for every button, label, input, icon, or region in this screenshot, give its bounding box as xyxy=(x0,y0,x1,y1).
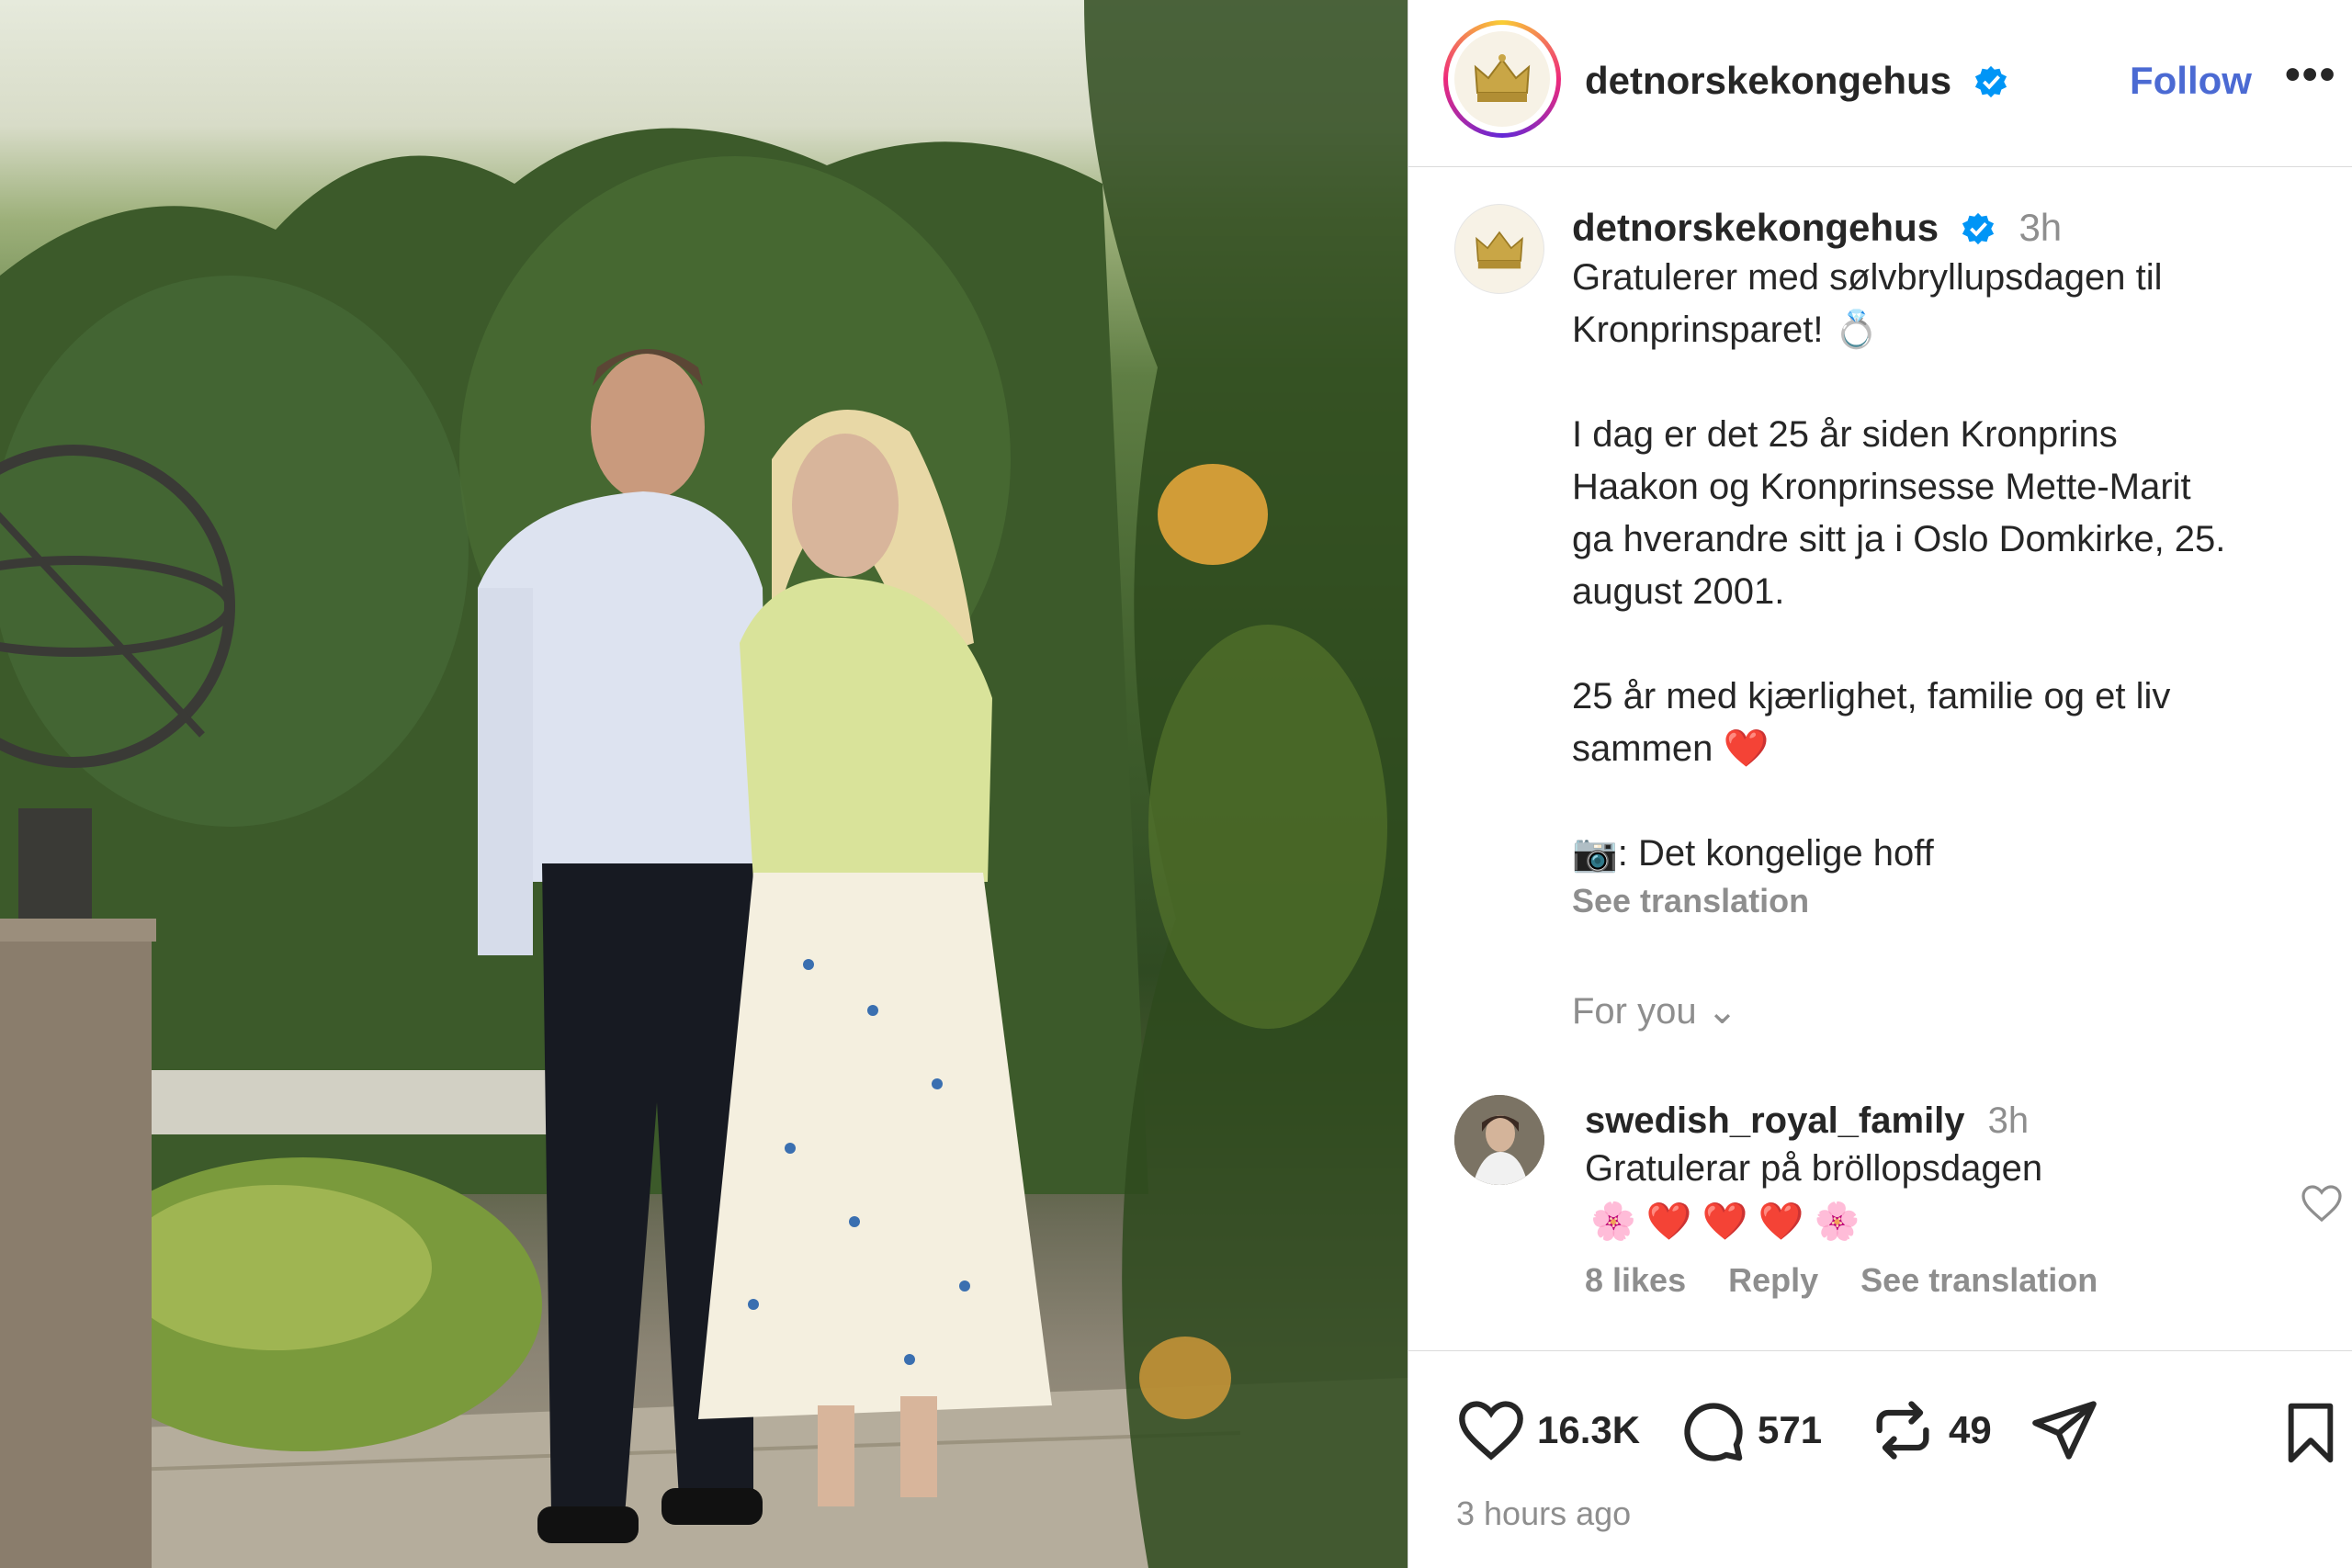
comment-see-translation[interactable]: See translation xyxy=(1860,1261,2098,1299)
verified-icon xyxy=(1962,212,1994,245)
comment-username-line: swedish_royal_family 3h xyxy=(1585,1100,2246,1142)
verified-icon xyxy=(1974,65,2007,98)
comment-text: Gratulerar på bröllopsdagen 🌸 ❤️ ❤️ ❤️ 🌸 xyxy=(1585,1142,2246,1248)
like-action[interactable]: 16.3K xyxy=(1456,1395,1640,1465)
caption-username[interactable]: detnorskekongehus xyxy=(1572,206,1939,249)
caption-text-2: I dag er det 25 år siden Kronprins Haako… xyxy=(1572,414,2226,612)
bookmark-icon[interactable] xyxy=(2281,1401,2340,1465)
repost-icon[interactable] xyxy=(1868,1395,1938,1465)
header-username[interactable]: detnorskekongehus xyxy=(1585,59,2008,103)
share-action[interactable] xyxy=(2030,1395,2110,1465)
profile-avatar[interactable] xyxy=(1443,20,1561,138)
repost-action[interactable]: 49 xyxy=(1868,1395,1992,1465)
caption-text-3: 25 år med kjærlighet, familie og et liv … xyxy=(1572,676,2171,769)
posted-time: 3 hours ago xyxy=(1456,1495,1632,1532)
comment-icon[interactable] xyxy=(1677,1395,1747,1465)
comment-likes[interactable]: 8 likes xyxy=(1585,1261,1686,1299)
comment-count: 571 xyxy=(1758,1408,1823,1451)
crown-logo-icon xyxy=(1476,231,1523,269)
comment-avatar[interactable] xyxy=(1454,1095,1544,1185)
photo-illustration xyxy=(0,0,1408,1568)
see-translation-link[interactable]: See translation xyxy=(1572,882,2325,920)
like-count: 16.3K xyxy=(1537,1408,1641,1451)
comment-emojis: 🌸 ❤️ ❤️ ❤️ 🌸 xyxy=(1590,1201,1860,1242)
post-side-panel: detnorskekongehus Follow ••• detnorskeko… xyxy=(1408,0,2352,1568)
more-options-icon[interactable]: ••• xyxy=(2285,50,2336,100)
comment-reply-button[interactable]: Reply xyxy=(1728,1261,1818,1299)
comment-text-body: Gratulerar på bröllopsdagen xyxy=(1585,1148,2043,1189)
post-header: detnorskekongehus Follow ••• xyxy=(1408,0,2352,167)
follow-button[interactable]: Follow xyxy=(2130,59,2252,103)
comment-like-heart-icon[interactable] xyxy=(2300,1181,2344,1225)
repost-count: 49 xyxy=(1949,1408,1992,1451)
comment-time: 3h xyxy=(1987,1100,2030,1141)
share-icon[interactable] xyxy=(2030,1395,2099,1465)
for-you-dropdown[interactable]: For you ⌄ xyxy=(1572,990,1737,1032)
comment-username[interactable]: swedish_royal_family xyxy=(1585,1100,1965,1141)
crown-logo-icon xyxy=(1474,54,1531,102)
post-actions-bar: 16.3K 571 49 3 hours ago xyxy=(1408,1350,2352,1568)
heart-icon[interactable] xyxy=(1456,1395,1526,1465)
commenter-photo xyxy=(1454,1095,1544,1185)
comment-action[interactable]: 571 xyxy=(1677,1395,1822,1465)
post-photo[interactable] xyxy=(0,0,1408,1568)
caption-time: 3h xyxy=(2018,206,2063,249)
caption-avatar[interactable] xyxy=(1454,204,1544,294)
caption-username-line: detnorskekongehus 3h xyxy=(1572,204,2325,252)
header-username-text[interactable]: detnorskekongehus xyxy=(1585,59,1951,102)
comment-meta: 8 likes Reply See translation xyxy=(1585,1261,2246,1300)
caption-credit: 📷: Det kongelige hoff xyxy=(1572,833,1934,874)
caption-text-1: Gratulerer med sølvbryllupsdagen til Kro… xyxy=(1572,257,2163,350)
